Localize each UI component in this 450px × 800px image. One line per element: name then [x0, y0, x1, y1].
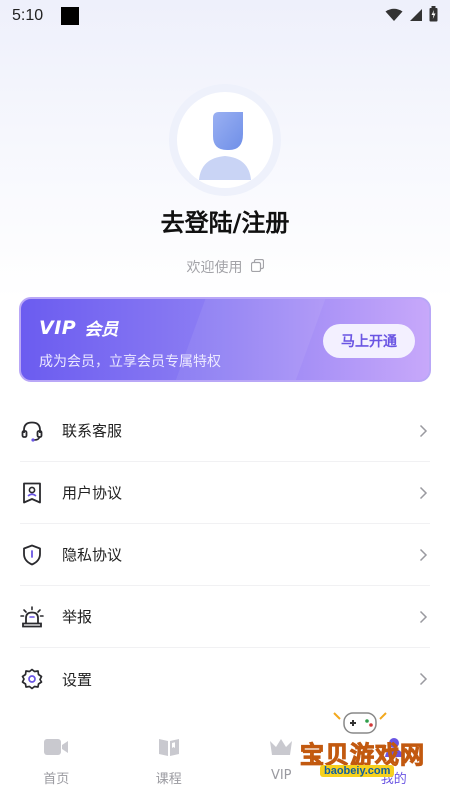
notification-icon	[61, 7, 80, 25]
avatar-inner	[177, 92, 273, 188]
welcome-row: 欢迎使用	[0, 257, 450, 277]
welcome-text: 欢迎使用	[186, 260, 243, 276]
copy-icon[interactable]	[250, 258, 264, 276]
vip-label: 会员	[84, 320, 119, 340]
avatar[interactable]	[169, 84, 281, 196]
vip-icon	[268, 736, 294, 758]
gear-icon	[20, 667, 44, 691]
menu-item-privacy-policy[interactable]: 隐私协议	[20, 524, 430, 586]
nav-item-home[interactable]: 首页	[0, 722, 113, 800]
cellular-icon	[409, 7, 423, 26]
menu-item-report[interactable]: 举报	[20, 586, 430, 648]
vip-logo-text: VIP	[39, 316, 77, 339]
menu-item-user-agreement[interactable]: 用户协议	[20, 462, 430, 524]
status-bar: 5:10	[0, 0, 450, 32]
nav-item-courses[interactable]: 课程	[113, 722, 226, 800]
vip-logo: VIP 会员	[39, 315, 119, 341]
book-icon	[156, 736, 182, 758]
chevron-right-icon	[416, 548, 430, 562]
status-icons	[385, 6, 438, 26]
video-icon	[43, 736, 69, 758]
chevron-right-icon	[416, 424, 430, 438]
vip-subtitle: 成为会员，立享会员专属特权	[39, 354, 221, 370]
activate-vip-button[interactable]: 马上开通	[323, 324, 415, 358]
site-watermark: 宝贝游戏网 baobeiy.com	[300, 707, 430, 787]
user-agreement-icon	[20, 481, 44, 505]
chevron-right-icon	[416, 672, 430, 686]
nav-label: 首页	[43, 772, 70, 787]
wifi-icon	[385, 7, 403, 26]
menu-label: 设置	[62, 670, 93, 689]
menu-label: 隐私协议	[62, 546, 123, 564]
menu-label: 用户协议	[62, 484, 123, 502]
nav-label: 课程	[155, 772, 182, 787]
chevron-right-icon	[416, 486, 430, 500]
menu-label: 举报	[62, 608, 93, 626]
menu-label: 联系客服	[62, 422, 123, 440]
watermark-url: baobeiy.com	[320, 765, 395, 777]
default-avatar-icon	[199, 112, 251, 180]
status-time: 5:10	[12, 7, 44, 24]
shield-icon	[20, 543, 44, 567]
chevron-right-icon	[416, 610, 430, 624]
nav-label: VIP	[270, 768, 292, 783]
menu-item-customer-service[interactable]: 联系客服	[20, 400, 430, 462]
alarm-icon	[20, 605, 44, 629]
vip-membership-card[interactable]: VIP 会员 成为会员，立享会员专属特权 马上开通	[19, 297, 431, 382]
headset-icon	[20, 419, 44, 443]
login-register-link[interactable]: 去登陆/注册	[0, 203, 450, 238]
menu-item-settings[interactable]: 设置	[20, 648, 430, 710]
settings-menu: 联系客服 用户协议 隐私协议 举报 设置	[0, 400, 450, 710]
battery-icon	[429, 6, 438, 26]
